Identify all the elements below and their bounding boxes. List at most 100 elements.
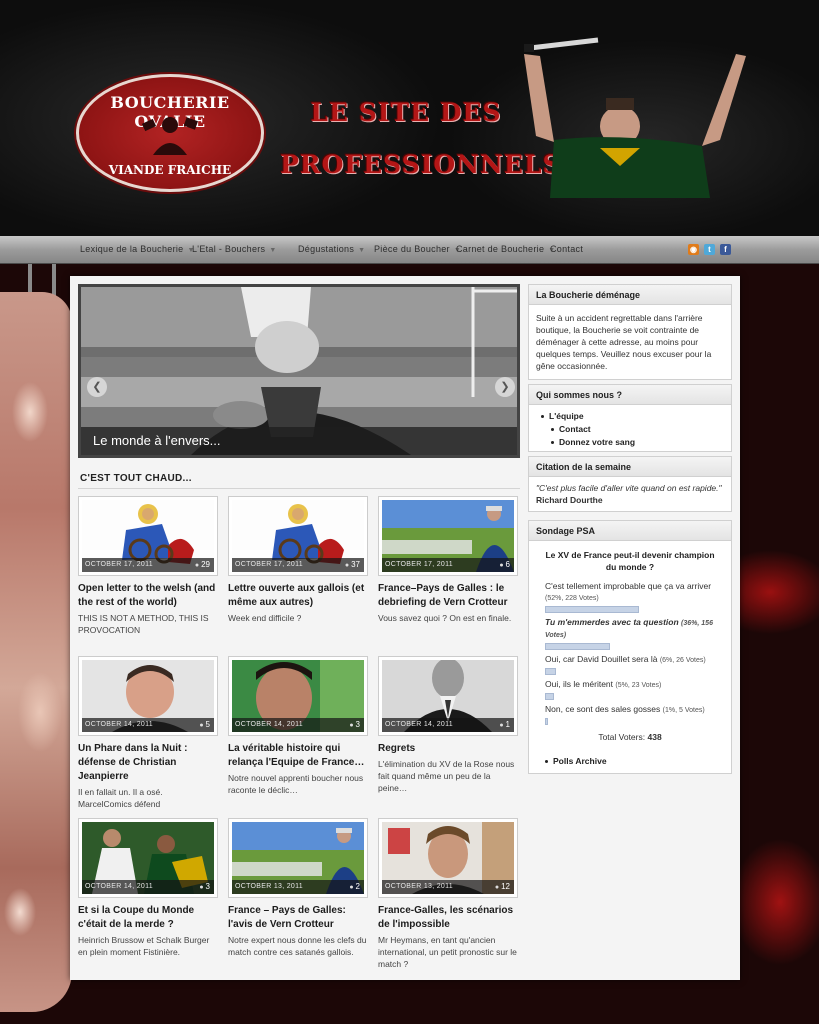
bullet-icon xyxy=(541,415,544,419)
post-thumbnail[interactable]: OCTOBER 14, 2011 ● 5 xyxy=(78,656,218,736)
comment-count[interactable]: ● 3 xyxy=(349,720,360,729)
widget-title: La Boucherie déménage xyxy=(529,285,731,305)
bullet-icon xyxy=(545,760,548,764)
poll-result-bar xyxy=(545,606,639,613)
post-card[interactable]: OCTOBER 14, 2011 ● 5 Un Phare dans la Nui… xyxy=(78,656,218,810)
post-excerpt: Notre expert nous donne les clefs du mat… xyxy=(228,935,367,957)
poll-result-bar xyxy=(545,668,556,675)
nav-item-contact[interactable]: Contact xyxy=(550,244,583,254)
widget-title: Qui sommes nous ? xyxy=(529,385,731,405)
comment-count[interactable]: ● 37 xyxy=(345,560,360,569)
featured-slider[interactable]: ❮ ❯ Le monde à l'envers... xyxy=(78,284,520,458)
post-title[interactable]: Open letter to the welsh (and the rest o… xyxy=(78,582,218,610)
post-date: OCTOBER 13, 2011 xyxy=(235,883,303,890)
butcher-figure-icon xyxy=(141,117,199,155)
post-thumbnail[interactable]: OCTOBER 17, 2011 ● 29 xyxy=(78,496,218,576)
comment-bubble-icon: ● xyxy=(499,562,504,569)
poll-result-bar xyxy=(545,693,554,700)
poll-bar-track xyxy=(545,693,725,700)
comment-count[interactable]: ● 1 xyxy=(499,720,510,729)
facebook-icon[interactable]: f xyxy=(720,244,731,255)
comment-bubble-icon: ● xyxy=(199,884,204,891)
post-title[interactable]: France-Galles, les scénarios de l'imposs… xyxy=(378,904,518,932)
post-title[interactable]: Regrets xyxy=(378,742,518,756)
post-title[interactable]: Et si la Coupe du Monde c'était de la me… xyxy=(78,904,218,932)
twitter-icon[interactable]: t xyxy=(704,244,715,255)
post-thumbnail[interactable]: OCTOBER 14, 2011 ● 3 xyxy=(78,818,218,898)
slider-prev-button[interactable]: ❮ xyxy=(87,377,107,397)
poll-result-bar xyxy=(545,643,610,650)
widget-moving: La Boucherie déménage Suite à un acciden… xyxy=(528,284,732,380)
main-nav: Lexique de la Boucherie ▼ L'Etal - Bouche… xyxy=(0,236,819,264)
post-thumbnail[interactable]: OCTOBER 14, 2011 ● 1 xyxy=(378,656,518,736)
post-thumbnail[interactable]: OCTOBER 17, 2011 ● 6 xyxy=(378,496,518,576)
post-card[interactable]: OCTOBER 17, 2011 ● 37 Lettre ouverte aux … xyxy=(228,496,368,624)
quote-author: Richard Dourthe xyxy=(536,495,603,505)
post-thumbnail[interactable]: OCTOBER 13, 2011 ● 12 xyxy=(378,818,518,898)
comment-bubble-icon: ● xyxy=(344,562,350,569)
slider-caption[interactable]: Le monde à l'envers... xyxy=(93,433,221,448)
about-link-team[interactable]: L'équipe xyxy=(541,410,724,423)
post-excerpt: Vous savez quoi ? On est en finale. xyxy=(378,613,512,623)
comment-count[interactable]: ● 5 xyxy=(199,720,210,729)
post-card[interactable]: OCTOBER 14, 2011 ● 1 Regrets L'éliminatio… xyxy=(378,656,518,794)
post-title[interactable]: Lettre ouverte aux gallois (et même aux … xyxy=(228,582,368,610)
poll-result-bar xyxy=(545,718,548,725)
post-card[interactable]: OCTOBER 17, 2011 ● 6 France–Pays de Galle… xyxy=(378,496,518,624)
widget-poll: Sondage PSA Le XV de France peut-il deve… xyxy=(528,520,732,774)
poll-bar-track xyxy=(545,606,725,613)
tagline-line-2: PROFESSIONNELS xyxy=(280,150,562,179)
poll-option-label: C'est tellement improbable que ça va arr… xyxy=(545,581,712,602)
post-excerpt: Notre nouvel apprenti boucher nous racon… xyxy=(228,773,364,795)
widget-quote: Citation de la semaine "C'est plus facil… xyxy=(528,456,732,512)
post-date: OCTOBER 14, 2011 xyxy=(85,721,153,728)
slider-caption-bar: Le monde à l'envers... xyxy=(81,427,517,455)
post-card[interactable]: OCTOBER 17, 2011 ● 29 Open letter to the … xyxy=(78,496,218,636)
about-link-contact[interactable]: Contact xyxy=(551,423,724,436)
post-title[interactable]: France – Pays de Galles: l'avis de Vern … xyxy=(228,904,368,932)
about-link-blood[interactable]: Donnez votre sang xyxy=(551,436,724,449)
nav-item-carnet[interactable]: Carnet de Boucherie ▼ xyxy=(456,244,556,254)
post-excerpt: Heinrich Brussow et Schalk Burger en ple… xyxy=(78,935,210,957)
post-title[interactable]: France–Pays de Galles : le debriefing de… xyxy=(378,582,518,610)
poll-option-label: Oui, car David Douillet sera là (6%, 26 … xyxy=(545,654,706,664)
comment-count[interactable]: ● 29 xyxy=(195,560,210,569)
comment-count[interactable]: ● 3 xyxy=(199,882,210,891)
comment-count[interactable]: ● 6 xyxy=(499,560,510,569)
post-date: OCTOBER 14, 2011 xyxy=(85,883,153,890)
quote-text: "C'est plus facile d'aller vite quand on… xyxy=(536,483,722,493)
post-title[interactable]: La véritable histoire qui relança l'Equi… xyxy=(228,742,368,770)
tagline-line-1: LE SITE DES xyxy=(310,98,502,127)
logo-bottom-text: VIANDE FRAICHE xyxy=(108,163,232,177)
slider-next-button[interactable]: ❯ xyxy=(495,377,515,397)
nav-item-etal[interactable]: L'Etal - Bouchers ▼ xyxy=(192,244,277,254)
widget-title: Citation de la semaine xyxy=(529,457,731,477)
nav-item-degustations[interactable]: Dégustations ▼ xyxy=(298,244,365,254)
post-title[interactable]: Un Phare dans la Nuit : défense de Chris… xyxy=(78,742,218,784)
bullet-icon xyxy=(551,441,554,445)
comment-count[interactable]: ● 12 xyxy=(495,882,510,891)
post-date: OCTOBER 17, 2011 xyxy=(235,561,303,568)
post-excerpt: Mr Heymans, en tant qu'ancien internatio… xyxy=(378,935,517,969)
post-card[interactable]: OCTOBER 13, 2011 ● 12 France-Galles, les … xyxy=(378,818,518,970)
section-divider xyxy=(78,488,520,489)
poll-option-label: Non, ce sont des sales gosses (1%, 5 Vot… xyxy=(545,704,705,714)
site-logo[interactable]: BOUCHERIE OVALIE VIANDE FRAICHE xyxy=(76,74,264,192)
site-header: BOUCHERIE OVALIE VIANDE FRAICHE LE SITE … xyxy=(0,0,819,236)
chevron-down-icon: ▼ xyxy=(269,247,277,254)
post-thumbnail[interactable]: OCTOBER 17, 2011 ● 37 xyxy=(228,496,368,576)
post-card[interactable]: OCTOBER 14, 2011 ● 3 Et si la Coupe du Mo… xyxy=(78,818,218,958)
polls-archive-link[interactable]: Polls Archive xyxy=(545,755,725,767)
post-card[interactable]: OCTOBER 14, 2011 ● 3 La véritable histoir… xyxy=(228,656,368,796)
nav-item-lexique[interactable]: Lexique de la Boucherie ▼ xyxy=(80,244,195,254)
post-card[interactable]: OCTOBER 13, 2011 ● 2 France – Pays de Gal… xyxy=(228,818,368,958)
poll-question: Le XV de France peut-il devenir champion… xyxy=(545,550,715,572)
comment-count[interactable]: ● 2 xyxy=(349,882,360,891)
post-date: OCTOBER 17, 2011 xyxy=(385,561,453,568)
post-thumbnail[interactable]: OCTOBER 14, 2011 ● 3 xyxy=(228,656,368,736)
poll-bar-track xyxy=(545,668,725,675)
widget-title: Sondage PSA xyxy=(529,521,731,541)
rss-icon[interactable]: ◉ xyxy=(688,244,699,255)
post-thumbnail[interactable]: OCTOBER 13, 2011 ● 2 xyxy=(228,818,368,898)
nav-item-piece[interactable]: Pièce du Boucher ▼ xyxy=(374,244,461,254)
